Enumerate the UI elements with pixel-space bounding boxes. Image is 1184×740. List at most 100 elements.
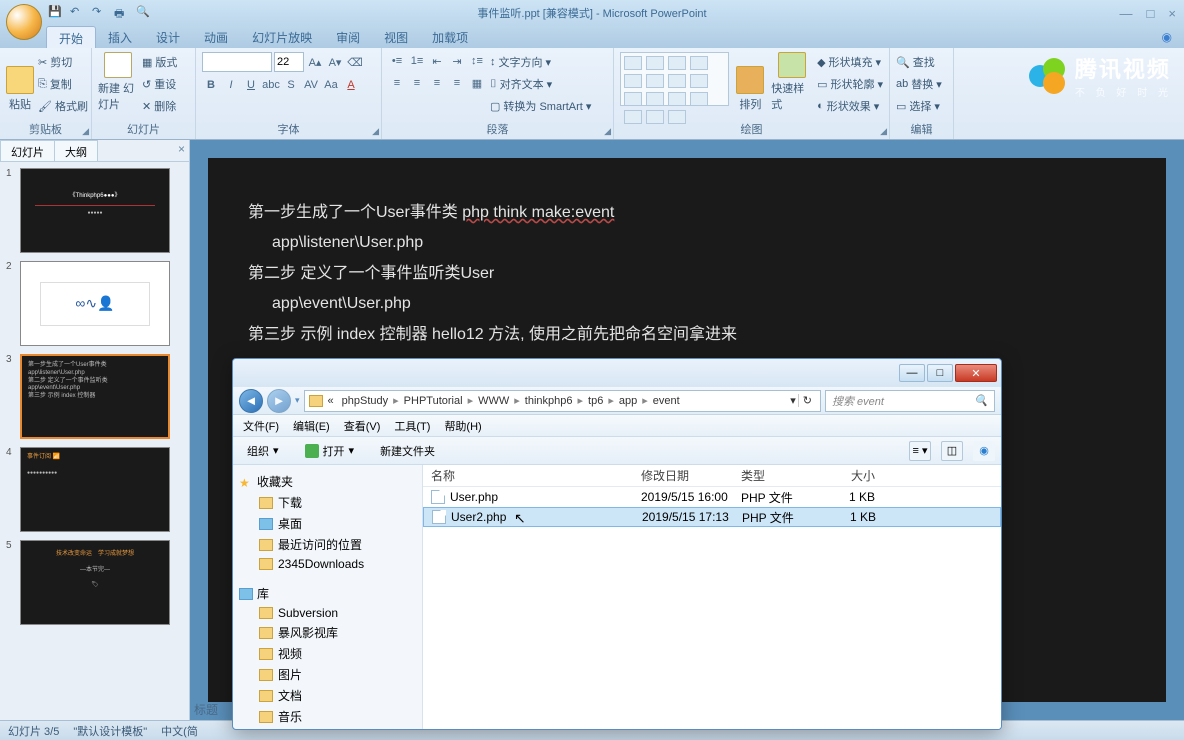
slide-thumb[interactable]: 5技术改变命运 学习成就梦想—本节完—🏷 (6, 540, 183, 625)
dialog-launcher-icon[interactable]: ◢ (372, 126, 379, 137)
help-icon[interactable]: ◉ (1162, 30, 1172, 44)
clear-format-icon[interactable]: ⌫ (346, 53, 364, 71)
find-button[interactable]: 🔍 查找 (896, 52, 942, 72)
nav-back-button[interactable]: ◄ (239, 389, 263, 413)
align-right-button[interactable]: ≡ (428, 74, 446, 92)
paste-button[interactable]: 粘贴 (6, 52, 34, 112)
col-type[interactable]: 类型 (733, 467, 823, 484)
explorer-maximize-button[interactable]: □ (927, 364, 953, 382)
notes-placeholder[interactable]: 标题 (194, 701, 218, 718)
sidebar-svn[interactable]: Subversion (237, 604, 418, 622)
replace-button[interactable]: ab 替换 ▾ (896, 74, 942, 94)
align-center-button[interactable]: ≡ (408, 74, 426, 92)
quick-styles-button[interactable]: 快速样式 (771, 52, 813, 112)
layout-button[interactable]: ▦ 版式 (142, 52, 177, 72)
arrange-button[interactable]: 排列 (733, 52, 767, 112)
numbering-button[interactable]: 1≡ (408, 52, 426, 70)
tab-slides[interactable]: 幻灯片 (0, 140, 55, 161)
preview-icon[interactable]: 🔍 (136, 5, 152, 21)
refresh-icon[interactable]: ↻ (798, 394, 816, 407)
font-color-button[interactable]: A (342, 76, 360, 94)
close-button[interactable]: × (1168, 6, 1176, 21)
smartart-button[interactable]: ▢ 转换为 SmartArt ▾ (490, 96, 591, 116)
col-date[interactable]: 修改日期 (633, 467, 733, 484)
grow-font-icon[interactable]: A▴ (306, 53, 324, 71)
menu-file[interactable]: 文件(F) (237, 416, 285, 436)
explorer-titlebar[interactable]: — □ ✕ (233, 359, 1001, 387)
justify-button[interactable]: ≡ (448, 74, 466, 92)
sidebar-desktop[interactable]: 桌面 (237, 513, 418, 534)
explorer-minimize-button[interactable]: — (899, 364, 925, 382)
shape-outline-button[interactable]: ▭ 形状轮廓 ▾ (817, 74, 883, 94)
font-name-input[interactable] (202, 52, 272, 72)
align-text-button[interactable]: ⌷ 对齐文本 ▾ (490, 74, 591, 94)
menu-help[interactable]: 帮助(H) (438, 416, 487, 436)
slide-thumb[interactable]: 3第一步生成了一个User事件类app\listener\User.php第二步… (6, 354, 183, 439)
select-button[interactable]: ▭ 选择 ▾ (896, 96, 942, 116)
redo-icon[interactable]: ↷ (92, 5, 108, 21)
text-direction-button[interactable]: ↕ 文字方向 ▾ (490, 52, 591, 72)
slide-thumb[interactable]: 2∞∿👤 (6, 261, 183, 346)
shadow-button[interactable]: S (282, 76, 300, 94)
tab-outline[interactable]: 大纲 (54, 140, 98, 161)
col-name[interactable]: 名称 (423, 467, 633, 484)
preview-pane-button[interactable]: ◫ (941, 441, 963, 461)
underline-button[interactable]: U (242, 76, 260, 94)
help-button[interactable]: ◉ (973, 441, 995, 461)
sidebar-documents[interactable]: 文档 (237, 685, 418, 706)
sidebar-favorites[interactable]: ★收藏夹 (237, 471, 418, 492)
dialog-launcher-icon[interactable]: ◢ (82, 126, 89, 137)
tab-review[interactable]: 审阅 (324, 26, 372, 48)
col-size[interactable]: 大小 (823, 467, 883, 484)
menu-tools[interactable]: 工具(T) (388, 416, 436, 436)
tab-animation[interactable]: 动画 (192, 26, 240, 48)
format-painter-button[interactable]: 🖌 格式刷 (38, 96, 88, 116)
align-left-button[interactable]: ≡ (388, 74, 406, 92)
delete-button[interactable]: ✕ 删除 (142, 96, 177, 116)
tab-view[interactable]: 视图 (372, 26, 420, 48)
tab-insert[interactable]: 插入 (96, 26, 144, 48)
spacing-button[interactable]: AV (302, 76, 320, 94)
dialog-launcher-icon[interactable]: ◢ (604, 126, 611, 137)
tab-design[interactable]: 设计 (144, 26, 192, 48)
shape-fill-button[interactable]: ◆ 形状填充 ▾ (817, 52, 883, 72)
copy-button[interactable]: ⎘ 复制 (38, 74, 88, 94)
dialog-launcher-icon[interactable]: ◢ (880, 126, 887, 137)
sidebar-pictures[interactable]: 图片 (237, 664, 418, 685)
tab-home[interactable]: 开始 (46, 26, 96, 48)
sidebar-recent[interactable]: 最近访问的位置 (237, 534, 418, 555)
file-row[interactable]: User.php 2019/5/15 16:00 PHP 文件 1 KB (423, 487, 1001, 507)
font-size-input[interactable] (274, 52, 304, 72)
file-row[interactable]: User2.php 2019/5/15 17:13 PHP 文件 1 KB (423, 507, 1001, 527)
maximize-button[interactable]: □ (1147, 6, 1155, 21)
sidebar-baofeng[interactable]: 暴风影视库 (237, 622, 418, 643)
menu-view[interactable]: 查看(V) (338, 416, 387, 436)
slide-thumb[interactable]: 1《Thinkphp6●●●》●●●●● (6, 168, 183, 253)
indent-dec-button[interactable]: ⇤ (428, 52, 446, 70)
strike-button[interactable]: abc (262, 76, 280, 94)
italic-button[interactable]: I (222, 76, 240, 94)
line-spacing-button[interactable]: ↕≡ (468, 52, 486, 70)
explorer-file-list[interactable]: 名称 修改日期 类型 大小 User.php 2019/5/15 16:00 P… (423, 465, 1001, 729)
sidebar-2345[interactable]: 2345Downloads (237, 555, 418, 573)
case-button[interactable]: Aa (322, 76, 340, 94)
columns-button[interactable]: ▦ (468, 74, 486, 92)
open-button[interactable]: 打开 ▾ (297, 440, 363, 462)
slide-thumbnails[interactable]: 1《Thinkphp6●●●》●●●●● 2∞∿👤 3第一步生成了一个User事… (0, 162, 189, 720)
organize-button[interactable]: 组织 ▾ (239, 440, 287, 462)
sidebar-libraries[interactable]: 库 (237, 583, 418, 604)
new-folder-button[interactable]: 新建文件夹 (372, 440, 443, 462)
shrink-font-icon[interactable]: A▾ (326, 53, 344, 71)
save-icon[interactable]: 💾 (48, 5, 64, 21)
reset-button[interactable]: ↺ 重设 (142, 74, 177, 94)
office-button[interactable] (6, 4, 42, 40)
nav-forward-button[interactable]: ► (267, 389, 291, 413)
bold-button[interactable]: B (202, 76, 220, 94)
cut-button[interactable]: ✂ 剪切 (38, 52, 88, 72)
dropdown-icon[interactable]: ▾ (790, 394, 796, 407)
slide-thumb[interactable]: 4事件订阅 📶●●●●●●●●●● (6, 447, 183, 532)
explorer-sidebar[interactable]: ★收藏夹 下载 桌面 最近访问的位置 2345Downloads 库 Subve… (233, 465, 423, 729)
tab-addins[interactable]: 加载项 (420, 26, 480, 48)
explorer-close-button[interactable]: ✕ (955, 364, 997, 382)
sidebar-video[interactable]: 视频 (237, 643, 418, 664)
